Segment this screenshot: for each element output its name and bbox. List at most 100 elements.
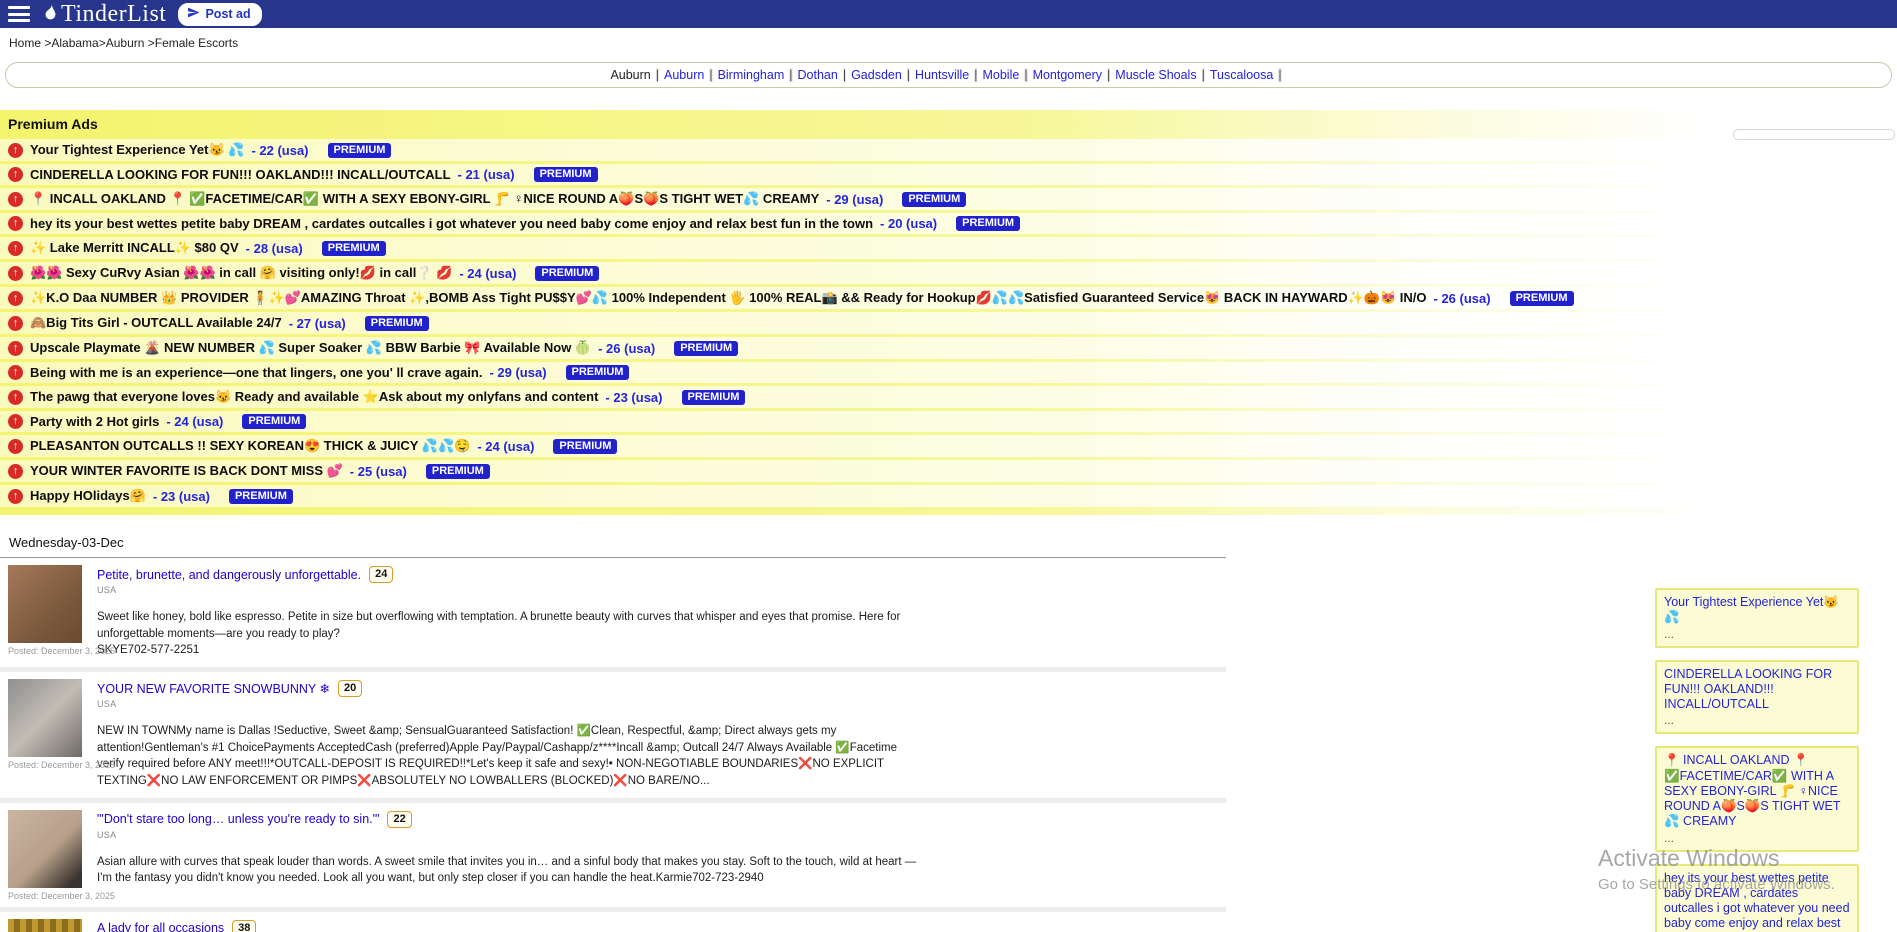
premium-ad-title[interactable]: Happy HOlidays🤗 <box>30 488 146 504</box>
premium-ad-age: - 26 (usa) <box>1434 291 1491 306</box>
premium-ad-title[interactable]: CINDERELLA LOOKING FOR FUN!!! OAKLAND!!!… <box>30 167 451 182</box>
site-logo[interactable]: TinderList <box>42 1 166 28</box>
premium-ad-title[interactable]: The pawg that everyone loves😼 Ready and … <box>30 389 598 405</box>
city-nav-link[interactable]: Mobile <box>982 68 1019 82</box>
listing-title-link[interactable]: YOUR NEW FAVORITE SNOWBUNNY ❄ <box>97 681 330 696</box>
premium-ad-age: - 25 (usa) <box>350 464 407 479</box>
city-nav-separator: | <box>1107 68 1110 82</box>
premium-ad-row[interactable]: ↑ 📍 INCALL OAKLAND 📍 ✅FACETIME/CAR✅ WITH… <box>0 188 1897 210</box>
sidebar-ellipsis: ... <box>1664 627 1850 641</box>
promoted-up-icon: ↑ <box>8 216 23 231</box>
listing-row: A lady for all occasions 38 USA <box>0 912 1226 932</box>
promoted-up-icon: ↑ <box>8 143 23 158</box>
sidebar-premium-box[interactable]: hey its your best wettes petite baby DRE… <box>1655 864 1859 932</box>
listing-posted-date: Posted: December 3, 2025 <box>8 891 115 901</box>
listing-posted-date: Posted: December 3, 2025 <box>8 646 115 656</box>
sidebar-ad-title[interactable]: hey its your best wettes petite baby DRE… <box>1664 871 1850 932</box>
premium-ad-age: - 24 (usa) <box>459 266 516 281</box>
premium-ad-title[interactable]: 🌺🌺 Sexy CuRvy Asian 🌺🌺 in call 🤗 visitin… <box>30 265 452 281</box>
city-nav-link[interactable]: Auburn <box>664 68 704 82</box>
city-nav-link[interactable]: Gadsden <box>851 68 902 82</box>
premium-ad-row[interactable]: ↑ Upscale Playmate 🌋 NEW NUMBER 💦 Super … <box>0 337 1897 359</box>
premium-ad-row[interactable]: ↑ 🌺🌺 Sexy CuRvy Asian 🌺🌺 in call 🤗 visit… <box>0 262 1897 284</box>
listing-description: Asian allure with curves that speak loud… <box>97 854 922 887</box>
premium-ad-title[interactable]: hey its your best wettes petite baby DRE… <box>30 216 873 231</box>
premium-badge: PREMIUM <box>674 341 738 356</box>
premium-ad-row[interactable]: ↑ The pawg that everyone loves😼 Ready an… <box>0 386 1897 408</box>
listing-photo[interactable] <box>8 565 82 643</box>
premium-ad-row[interactable]: ↑ Your Tightest Experience Yet😼 💦 - 22 (… <box>0 139 1897 161</box>
listing-location: USA <box>97 830 1226 840</box>
promoted-up-icon: ↑ <box>8 464 23 479</box>
premium-ad-row[interactable]: ↑ Being with me is an experience—one tha… <box>0 362 1897 383</box>
listing-posted-date: Posted: December 3, 2025 <box>8 760 115 770</box>
city-nav-link[interactable]: Birmingham <box>718 68 785 82</box>
sidebar-ellipsis: ... <box>1664 713 1850 727</box>
city-nav-link[interactable]: Muscle Shoals <box>1115 68 1196 82</box>
premium-ad-title[interactable]: 🙈Big Tits Girl - OUTCALL Available 24/7 <box>30 315 282 331</box>
listing-photo[interactable] <box>8 810 82 888</box>
premium-ad-age: - 29 (usa) <box>826 192 883 207</box>
sidebar-premium-box[interactable]: Your Tightest Experience Yet😼 💦 ... <box>1655 588 1859 648</box>
premium-ad-row[interactable]: ↑ ✨ Lake Merritt INCALL✨ $80 QV - 28 (us… <box>0 237 1897 259</box>
promoted-up-icon: ↑ <box>8 316 23 331</box>
premium-ad-row[interactable]: ↑ PLEASANTON OUTCALLS !! SEXY KOREAN😍 TH… <box>0 435 1897 457</box>
listing-description: NEW IN TOWNMy name is Dallas !Seductive,… <box>97 723 922 790</box>
hamburger-menu-icon[interactable] <box>8 6 30 22</box>
listing-row: Petite, brunette, and dangerously unforg… <box>0 558 1226 663</box>
promoted-up-icon: ↑ <box>8 167 23 182</box>
sidebar-ad-title[interactable]: Your Tightest Experience Yet😼 💦 <box>1664 595 1850 626</box>
premium-ad-age: - 24 (usa) <box>477 439 534 454</box>
page: TinderList Post ad Home >Alabama>Auburn … <box>0 0 1897 932</box>
listing-row: "'Don't stare too long… unless you're re… <box>0 803 1226 903</box>
city-nav-separator: | <box>656 68 659 82</box>
post-ad-button[interactable]: Post ad <box>178 3 261 26</box>
premium-badge: PREMIUM <box>553 439 617 454</box>
listing-photo[interactable] <box>8 679 82 757</box>
listing-photo[interactable] <box>8 919 82 932</box>
premium-badge: PREMIUM <box>1510 291 1574 306</box>
paper-plane-icon <box>187 6 200 22</box>
city-nav-link[interactable]: Montgomery <box>1033 68 1102 82</box>
sidebar-ad-title[interactable]: CINDERELLA LOOKING FOR FUN!!! OAKLAND!!!… <box>1664 667 1850 713</box>
horizontal-scrollbar[interactable] <box>1733 129 1895 140</box>
promoted-up-icon: ↑ <box>8 365 23 380</box>
premium-ad-age: - 23 (usa) <box>605 390 662 405</box>
listing-phone: SKYE702-577-2251 <box>97 642 1226 659</box>
city-nav-link[interactable]: Huntsville <box>915 68 969 82</box>
listing-title-link[interactable]: "'Don't stare too long… unless you're re… <box>97 812 379 826</box>
premium-ad-title[interactable]: YOUR WINTER FAVORITE IS BACK DONT MISS 💕 <box>30 463 343 479</box>
city-nav: Auburn|Auburn|Birmingham|Dothan|Gadsden|… <box>6 68 1891 82</box>
premium-ad-title[interactable]: Party with 2 Hot girls <box>30 414 159 429</box>
listing-title-link[interactable]: A lady for all occasions <box>97 921 224 932</box>
premium-badge: PREMIUM <box>242 414 306 429</box>
premium-ad-title[interactable]: Upscale Playmate 🌋 NEW NUMBER 💦 Super So… <box>30 340 591 356</box>
premium-ad-row[interactable]: ↑ Party with 2 Hot girls - 24 (usa) PREM… <box>0 411 1897 432</box>
listing-location: USA <box>97 699 1226 709</box>
premium-ad-row[interactable]: ↑ ✨K.O Daa NUMBER 👑 PROVIDER 🧍✨💕AMAZING … <box>0 287 1897 309</box>
premium-badge: PREMIUM <box>682 390 746 405</box>
premium-ad-title[interactable]: PLEASANTON OUTCALLS !! SEXY KOREAN😍 THIC… <box>30 438 470 454</box>
premium-ad-title[interactable]: Your Tightest Experience Yet😼 💦 <box>30 142 244 158</box>
premium-ad-title[interactable]: ✨ Lake Merritt INCALL✨ $80 QV <box>30 240 239 256</box>
premium-ad-title[interactable]: 📍 INCALL OAKLAND 📍 ✅FACETIME/CAR✅ WITH A… <box>30 191 819 207</box>
sidebar-premium-box[interactable]: 📍 INCALL OAKLAND 📍 ✅FACETIME/CAR✅ WITH A… <box>1655 746 1859 851</box>
sidebar-premium-box[interactable]: CINDERELLA LOOKING FOR FUN!!! OAKLAND!!!… <box>1655 660 1859 735</box>
premium-ad-title[interactable]: ✨K.O Daa NUMBER 👑 PROVIDER 🧍✨💕AMAZING Th… <box>30 290 1427 306</box>
premium-ad-row[interactable]: ↑ CINDERELLA LOOKING FOR FUN!!! OAKLAND!… <box>0 164 1897 185</box>
city-nav-link[interactable]: Tuscaloosa <box>1210 68 1273 82</box>
breadcrumb[interactable]: Home >Alabama>Auburn >Female Escorts <box>0 28 1897 56</box>
premium-ad-title[interactable]: Being with me is an experience—one that … <box>30 365 482 380</box>
premium-badge: PREMIUM <box>365 316 429 331</box>
premium-ad-age: - 23 (usa) <box>153 489 210 504</box>
premium-ad-row[interactable]: ↑ YOUR WINTER FAVORITE IS BACK DONT MISS… <box>0 460 1897 482</box>
city-nav-link[interactable]: Dothan <box>798 68 838 82</box>
premium-ad-row[interactable]: ↑ 🙈Big Tits Girl - OUTCALL Available 24/… <box>0 312 1897 334</box>
listing-description: Sweet like honey, bold like espresso. Pe… <box>97 609 922 642</box>
premium-ad-row[interactable]: ↑ Happy HOlidays🤗 - 23 (usa) PREMIUM <box>0 485 1897 507</box>
premium-ad-row[interactable]: ↑ hey its your best wettes petite baby D… <box>0 213 1897 234</box>
city-nav-separator: | <box>907 68 910 82</box>
premium-badge: PREMIUM <box>534 167 598 182</box>
listing-title-link[interactable]: Petite, brunette, and dangerously unforg… <box>97 568 361 582</box>
sidebar-ad-title[interactable]: 📍 INCALL OAKLAND 📍 ✅FACETIME/CAR✅ WITH A… <box>1664 753 1850 829</box>
